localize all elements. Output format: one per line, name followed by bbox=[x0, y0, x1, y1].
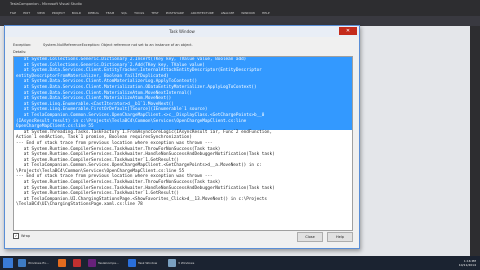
taskbar-item-label: 3 Windows bbox=[178, 261, 195, 265]
app-icon bbox=[168, 259, 176, 267]
clock[interactable]: 1:16 PM 10/11/2014 bbox=[459, 259, 476, 267]
menu-item[interactable]: ANALYZE bbox=[221, 11, 234, 15]
menu-item[interactable]: TEAM bbox=[106, 11, 114, 15]
menu-item[interactable]: HELP bbox=[262, 11, 270, 15]
app-icon bbox=[73, 259, 81, 267]
exception-value: System.NullReferenceException: Object re… bbox=[43, 43, 193, 47]
exception-label: Exception: bbox=[13, 43, 32, 47]
close-icon[interactable]: ✕ bbox=[339, 27, 357, 35]
start-icon[interactable] bbox=[3, 258, 13, 268]
taskbar-item[interactable] bbox=[73, 258, 81, 268]
menu-item[interactable]: TOOLS bbox=[134, 11, 144, 15]
clock-date: 10/11/2014 bbox=[458, 263, 476, 267]
menu-item[interactable]: ARCHITECTURE bbox=[191, 11, 214, 15]
menu-item[interactable]: POSTSHARP bbox=[166, 11, 184, 15]
stack-trace-textbox[interactable]: at System.Collections.Generic.Dictionary… bbox=[13, 56, 353, 231]
app-icon bbox=[88, 259, 96, 267]
app-icon bbox=[58, 259, 66, 267]
ide-menu-bar: FILE EDIT VIEW PROJECT BUILD DEBUG TEAM SQL TOOL… bbox=[0, 9, 480, 16]
ide-title-bar: TeslaCompanion - Microsoft Visual Studio bbox=[0, 0, 480, 9]
taskbar-item-label: Windows Ex... bbox=[28, 261, 49, 265]
menu-item[interactable]: EDIT bbox=[23, 11, 30, 15]
wrap-checkbox[interactable]: ✓ Wrap bbox=[13, 233, 30, 239]
taskbar-item[interactable]: Task Window bbox=[128, 258, 157, 268]
taskbar-item[interactable]: Windows Ex... bbox=[18, 258, 49, 268]
taskbar-item-label: TeslaCompa... bbox=[98, 261, 119, 265]
ide-right-panel bbox=[470, 26, 480, 256]
menu-item[interactable]: SQL bbox=[121, 11, 127, 15]
taskbar-item-label: Task Window bbox=[138, 261, 158, 265]
taskbar-item[interactable]: 3 Windows bbox=[168, 258, 194, 268]
menu-item[interactable]: WINDOW bbox=[241, 11, 255, 15]
stack-line: \TeslaBC4\UI\ChargingStationsPage.xaml.c… bbox=[16, 202, 143, 208]
menu-item[interactable]: DEBUG bbox=[88, 11, 99, 15]
taskbar-item[interactable]: TeslaCompa... bbox=[88, 258, 119, 268]
taskbar-item[interactable] bbox=[58, 258, 66, 268]
wrap-label: Wrap bbox=[21, 234, 31, 238]
details-label: Details: bbox=[13, 50, 27, 54]
help-button[interactable]: Help bbox=[327, 232, 353, 242]
task-window-dialog: Task Window ✕ Exception: System.NullRefe… bbox=[4, 25, 360, 249]
close-button[interactable]: Close bbox=[297, 232, 323, 242]
menu-item[interactable]: PROJECT bbox=[52, 11, 65, 15]
ide-title: TeslaCompanion - Microsoft Visual Studio bbox=[10, 2, 82, 6]
checkbox-box[interactable]: ✓ bbox=[13, 233, 19, 239]
menu-item[interactable]: VIEW bbox=[37, 11, 45, 15]
app-icon bbox=[18, 259, 26, 267]
menu-row: FILE EDIT VIEW PROJECT BUILD DEBUG TEAM SQL TOOL… bbox=[10, 11, 270, 15]
menu-item[interactable]: TEST bbox=[151, 11, 158, 15]
taskbar: Windows Ex... TeslaCompa... Task Window 3 W… bbox=[0, 256, 480, 270]
app-icon bbox=[128, 259, 136, 267]
menu-item[interactable]: BUILD bbox=[72, 11, 81, 15]
dialog-title: Task Window bbox=[5, 26, 359, 37]
menu-item[interactable]: FILE bbox=[10, 11, 16, 15]
